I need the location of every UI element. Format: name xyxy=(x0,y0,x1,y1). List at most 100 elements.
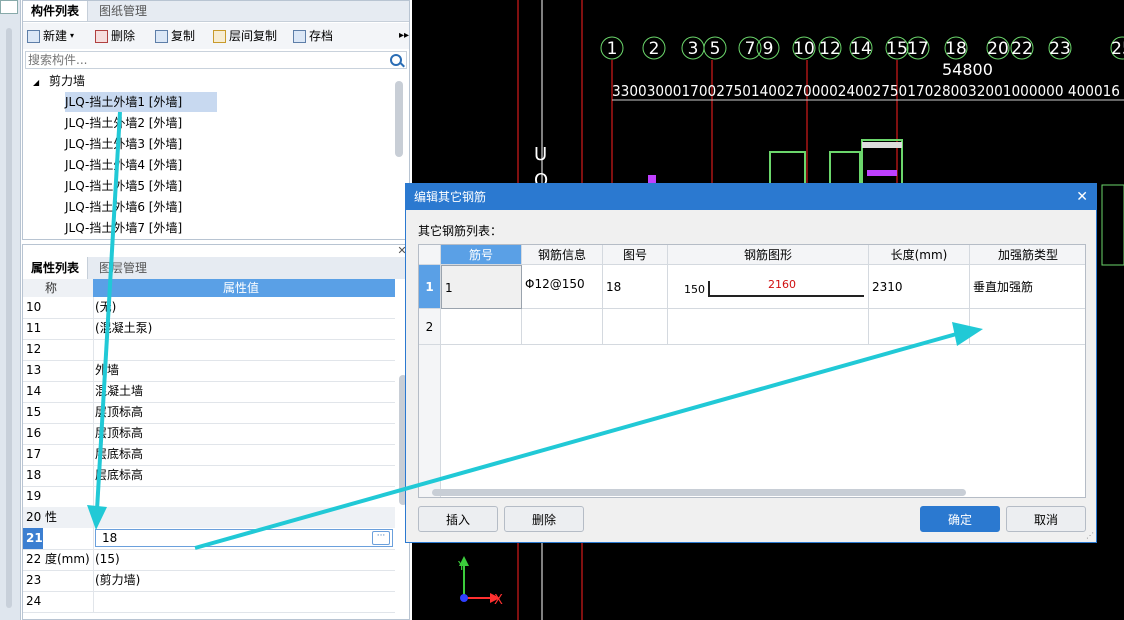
property-row-number: 22 xyxy=(26,552,42,566)
property-row[interactable]: 18 层底标高 xyxy=(23,465,395,487)
grid-cell-bar-no[interactable] xyxy=(441,309,522,345)
cad-right-wall xyxy=(1101,184,1124,266)
column-header[interactable]: 钢筋图形 xyxy=(668,245,869,265)
grid-cell-info[interactable]: Φ12@150 xyxy=(522,265,603,309)
tree-item[interactable]: JLQ-挡土外墙5 [外墙] xyxy=(65,176,182,196)
property-row[interactable]: 17 层底标高 xyxy=(23,444,395,466)
column-divider xyxy=(93,528,94,549)
property-row[interactable]: 23 (剪力墙) xyxy=(23,570,395,592)
property-row[interactable]: 16 层顶标高 xyxy=(23,423,395,445)
property-row[interactable]: 14 混凝土墙 xyxy=(23,381,395,403)
column-divider xyxy=(93,318,94,339)
component-search-input[interactable] xyxy=(28,52,378,68)
column-divider xyxy=(93,549,94,570)
column-divider xyxy=(93,591,94,612)
column-divider xyxy=(93,423,94,444)
cad-gray-block xyxy=(862,142,902,148)
tab-layer-management[interactable]: 图层管理 xyxy=(91,257,155,279)
property-panel-tabs: 属性列表 图层管理 xyxy=(23,257,409,279)
grid-cell-figure-no[interactable] xyxy=(603,309,668,345)
sidebar-scrollbar[interactable] xyxy=(6,28,12,608)
row-number[interactable]: 1 xyxy=(419,265,441,309)
property-row[interactable]: 15 层顶标高 xyxy=(23,402,395,424)
grid-cell-bar-no[interactable]: 1 xyxy=(441,265,522,309)
property-list-panel: ✕ 属性列表 图层管理 称 属性值 10 (无) 11 (混凝土泵) 12 13 外墙 14 混… xyxy=(22,244,410,620)
floor-copy-label: 层间复制 xyxy=(229,29,278,43)
grid-cell-length[interactable] xyxy=(869,309,970,345)
component-search-box xyxy=(25,51,407,69)
grid-cell-shape[interactable] xyxy=(668,309,869,345)
toolbar-overflow-icon[interactable]: ▸▸ xyxy=(399,27,409,45)
grid-horizontal-scrollbar[interactable] xyxy=(432,489,966,496)
tree-item[interactable]: JLQ-挡土外墙1 [外墙] xyxy=(65,92,217,112)
tab-drawing-management[interactable]: 图纸管理 xyxy=(91,1,155,21)
tree-item[interactable]: JLQ-挡土外墙3 [外墙] xyxy=(65,134,182,154)
search-icon[interactable] xyxy=(390,54,402,66)
grid-cell-info[interactable] xyxy=(522,309,603,345)
property-value: 外墙 xyxy=(95,363,120,377)
property-row-number: 12 xyxy=(26,342,42,356)
cad-axis-label: 1 xyxy=(607,39,618,59)
save-label: 存档 xyxy=(309,29,334,43)
cad-axis-label: 2 xyxy=(649,39,660,59)
column-header[interactable]: 钢筋信息 xyxy=(522,245,603,265)
component-list-scrollbar[interactable] xyxy=(395,81,403,157)
new-dropdown-icon[interactable]: ▾ xyxy=(70,27,74,45)
column-header[interactable]: 图号 xyxy=(603,245,668,265)
column-divider xyxy=(93,507,94,528)
property-row[interactable]: 21 18 ··· xyxy=(23,528,395,550)
property-row[interactable]: 20 性 xyxy=(23,507,395,529)
row-number[interactable]: 2 xyxy=(419,309,441,345)
column-header[interactable]: 长度(mm) xyxy=(869,245,970,265)
property-row[interactable]: 22 度(mm) (15) xyxy=(23,549,395,571)
dialog-title-bar[interactable]: 编辑其它钢筋 ✕ xyxy=(406,184,1096,210)
copy-button[interactable]: 复制 xyxy=(155,27,195,45)
delete-row-button[interactable]: 删除 xyxy=(504,506,584,532)
resize-grip-icon[interactable]: ⋰ xyxy=(1086,531,1094,540)
cad-axis-label: 9 xyxy=(763,39,774,59)
property-row[interactable]: 10 (无) xyxy=(23,297,395,319)
grid-cell-figure-no[interactable]: 18 xyxy=(603,265,668,309)
floor-copy-button[interactable]: 层间复制 xyxy=(213,27,277,45)
cad-axis-x-label: X xyxy=(494,593,503,608)
tab-component-list[interactable]: 构件列表 xyxy=(23,1,89,21)
tab-property-list[interactable]: 属性列表 xyxy=(23,257,89,279)
column-divider xyxy=(93,444,94,465)
sidebar-toggle-icon[interactable] xyxy=(0,0,18,14)
rebar-list-label: 其它钢筋列表： xyxy=(418,224,503,238)
component-list-panel: 构件列表 图纸管理 新建▾ 删除 复制 层间复制 存档 ▸▸ ◢ 剪力墙 JLQ… xyxy=(22,0,410,240)
property-row-number: 23 xyxy=(26,573,42,587)
grid-cell-type[interactable]: 垂直加强筋 xyxy=(970,265,1085,309)
property-table-header: 称 属性值 xyxy=(23,279,395,297)
close-icon[interactable]: ✕ xyxy=(1076,184,1088,210)
property-row[interactable]: 12 xyxy=(23,339,395,361)
column-header[interactable]: 筋号 xyxy=(441,245,522,265)
ok-button[interactable]: 确定 xyxy=(920,506,1000,532)
more-options-icon[interactable]: ··· xyxy=(372,531,390,545)
property-row[interactable]: 11 (混凝土泵) xyxy=(23,318,395,340)
property-row[interactable]: 24 xyxy=(23,591,395,613)
property-row-number: 16 xyxy=(26,426,42,440)
delete-button[interactable]: 删除 xyxy=(95,27,135,45)
property-row[interactable]: 13 外墙 xyxy=(23,360,395,382)
tree-item[interactable]: JLQ-挡土外墙6 [外墙] xyxy=(65,197,182,217)
grid-cell-type[interactable] xyxy=(970,309,1085,345)
column-header[interactable]: 加强筋类型 xyxy=(970,245,1085,265)
rebar-grid: 筋号 钢筋信息 图号 钢筋图形 长度(mm) 加强筋类型 1 1 Φ12@150… xyxy=(418,244,1086,498)
collapse-icon[interactable]: ◢ xyxy=(33,78,39,87)
property-row-number: 24 xyxy=(26,594,42,608)
cancel-button[interactable]: 取消 xyxy=(1006,506,1086,532)
grid-cell-shape[interactable]: 150 2160 xyxy=(668,265,869,309)
column-divider xyxy=(93,402,94,423)
tree-item[interactable]: JLQ-挡土外墙2 [外墙] xyxy=(65,113,182,133)
insert-button[interactable]: 插入 xyxy=(418,506,498,532)
new-button[interactable]: 新建 ▾ xyxy=(27,27,74,45)
save-archive-button[interactable]: 存档 xyxy=(293,27,333,45)
tree-item[interactable]: JLQ-挡土外墙4 [外墙] xyxy=(65,155,182,175)
tree-group-shear-wall[interactable]: ◢ 剪力墙 xyxy=(33,71,85,91)
grid-cell-length[interactable]: 2310 xyxy=(869,265,970,309)
property-row[interactable]: 19 xyxy=(23,486,395,508)
property-value-input[interactable]: 18 ··· xyxy=(95,529,393,547)
tree-item[interactable]: JLQ-挡土外墙7 [外墙] xyxy=(65,218,182,238)
cad-axis-label: 14 xyxy=(850,39,872,59)
